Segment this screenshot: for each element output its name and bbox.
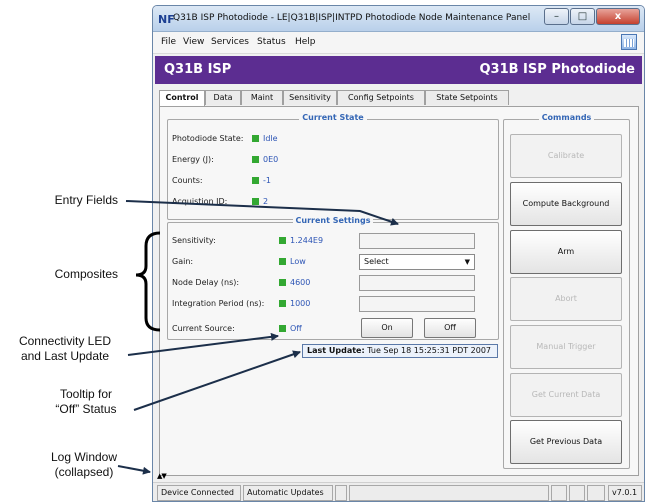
- current-state-title: Current State: [299, 113, 367, 122]
- log-window-toggle-icon[interactable]: ▲▼: [157, 472, 167, 480]
- annotation-log-window: Log Window (collapsed): [38, 450, 130, 480]
- status-cell-empty-4: [569, 485, 585, 501]
- tab-control[interactable]: Control: [159, 90, 205, 106]
- node-delay-value: 4600: [290, 278, 311, 287]
- menu-bar: File View Services Status Help: [153, 32, 644, 54]
- energy-led: [252, 156, 259, 163]
- app-window: NF Q31B ISP Photodiode - LE|Q31B|ISP|INT…: [152, 5, 645, 502]
- title-bar[interactable]: NF Q31B ISP Photodiode - LE|Q31B|ISP|INT…: [153, 6, 644, 32]
- tooltip-label: Last Update:: [307, 346, 365, 355]
- maximize-button[interactable]: □: [570, 8, 595, 25]
- energy-value: 0E0: [263, 155, 279, 164]
- sensitivity-led: [279, 237, 286, 244]
- get-current-data-button[interactable]: Get Current Data: [510, 373, 622, 417]
- menu-file[interactable]: File: [161, 37, 176, 47]
- photodiode-state-label: Photodiode State:: [172, 134, 244, 143]
- tab-state-setpoints[interactable]: State Setpoints: [425, 90, 509, 105]
- calibrate-button[interactable]: Calibrate: [510, 134, 622, 178]
- integration-period-label: Integration Period (ns):: [172, 299, 265, 308]
- node-delay-input[interactable]: [359, 275, 475, 291]
- arm-button[interactable]: Arm: [510, 230, 622, 274]
- sensitivity-label: Sensitivity:: [172, 236, 216, 245]
- menu-view[interactable]: View: [183, 37, 204, 47]
- get-previous-data-button[interactable]: Get Previous Data: [510, 420, 622, 464]
- app-header: Q31B ISP Q31B ISP Photodiode: [155, 56, 642, 84]
- current-state-group: Current State Photodiode State: Idle Ene…: [167, 113, 499, 220]
- close-button[interactable]: x: [596, 8, 640, 25]
- window-title: Q31B ISP Photodiode - LE|Q31B|ISP|INTPD …: [173, 13, 531, 23]
- counts-value: -1: [263, 176, 271, 185]
- acquisition-id-value: 2: [263, 197, 269, 206]
- annotation-connectivity-line2: and Last Update: [20, 349, 110, 363]
- commands-group: Commands Calibrate Compute Background Ar…: [503, 113, 630, 469]
- tab-bar: Control Data Maint Sensitivity Config Se…: [159, 90, 639, 106]
- current-source-on-button[interactable]: On: [361, 318, 413, 338]
- current-source-label: Current Source:: [172, 324, 235, 333]
- status-cell-empty-3: [551, 485, 567, 501]
- energy-label: Energy (J):: [172, 155, 214, 164]
- integration-period-led: [279, 300, 286, 307]
- sensitivity-value: 1.244E9: [290, 236, 324, 245]
- gain-label: Gain:: [172, 257, 194, 266]
- gain-value: Low: [290, 257, 306, 266]
- menu-status[interactable]: Status: [257, 37, 286, 47]
- annotation-composites: Composites: [54, 267, 118, 281]
- header-system-name: Q31B ISP: [164, 62, 232, 77]
- header-device-name: Q31B ISP Photodiode: [479, 62, 635, 77]
- menu-services[interactable]: Services: [211, 37, 249, 47]
- counts-label: Counts:: [172, 176, 203, 185]
- tab-panel-control: Current State Photodiode State: Idle Ene…: [159, 106, 639, 476]
- annotation-log-line1: Log Window: [50, 450, 118, 464]
- minimize-button[interactable]: –: [544, 8, 569, 25]
- current-source-value: Off: [290, 324, 302, 333]
- status-device-connected: Device Connected: [157, 485, 241, 501]
- tab-data[interactable]: Data: [205, 90, 241, 105]
- status-cell-empty-1: [335, 485, 347, 501]
- acquisition-id-label: Acquistion ID:: [172, 197, 228, 206]
- tab-maint[interactable]: Maint: [241, 90, 283, 105]
- tooltip-value: Tue Sep 18 15:25:31 PDT 2007: [367, 346, 492, 355]
- annotation-tooltip: Tooltip for “Off” Status: [40, 387, 132, 417]
- annotation-connectivity: Connectivity LED and Last Update: [6, 334, 124, 364]
- integration-period-input[interactable]: [359, 296, 475, 312]
- current-source-led: [279, 325, 286, 332]
- sensitivity-input[interactable]: [359, 233, 475, 249]
- status-cell-empty-5: [587, 485, 605, 501]
- annotation-connectivity-line1: Connectivity LED: [18, 334, 112, 348]
- current-settings-title: Current Settings: [292, 216, 374, 225]
- node-delay-label: Node Delay (ns):: [172, 278, 240, 287]
- integration-period-value: 1000: [290, 299, 311, 308]
- node-delay-led: [279, 279, 286, 286]
- abort-button[interactable]: Abort: [510, 277, 622, 321]
- photodiode-state-value: Idle: [263, 134, 278, 143]
- annotation-log-line2: (collapsed): [54, 465, 114, 479]
- counts-led: [252, 177, 259, 184]
- tab-config-setpoints[interactable]: Config Setpoints: [337, 90, 425, 105]
- current-settings-group: Current Settings Sensitivity: 1.244E9 Ga…: [167, 216, 499, 340]
- current-source-off-button[interactable]: Off: [424, 318, 476, 338]
- compute-background-button[interactable]: Compute Background: [510, 182, 622, 226]
- status-version: v7.0.1: [608, 485, 642, 501]
- last-update-tooltip: Last Update: Tue Sep 18 15:25:31 PDT 200…: [302, 344, 498, 358]
- commands-title: Commands: [538, 113, 595, 122]
- calendar-icon[interactable]: [621, 34, 637, 50]
- status-cell-empty-2: [349, 485, 549, 501]
- acquisition-id-led: [252, 198, 259, 205]
- status-bar: Device Connected Automatic Updates v7.0.…: [153, 482, 644, 501]
- tab-sensitivity[interactable]: Sensitivity: [283, 90, 337, 105]
- gain-led: [279, 258, 286, 265]
- annotation-tooltip-line2: “Off” Status: [55, 402, 117, 416]
- gain-select[interactable]: Select: [359, 254, 475, 270]
- menu-help[interactable]: Help: [295, 37, 316, 47]
- annotation-tooltip-line1: Tooltip for: [59, 387, 113, 401]
- manual-trigger-button[interactable]: Manual Trigger: [510, 325, 622, 369]
- photodiode-state-led: [252, 135, 259, 142]
- annotation-entry-fields: Entry Fields: [54, 193, 118, 207]
- status-automatic-updates: Automatic Updates: [243, 485, 333, 501]
